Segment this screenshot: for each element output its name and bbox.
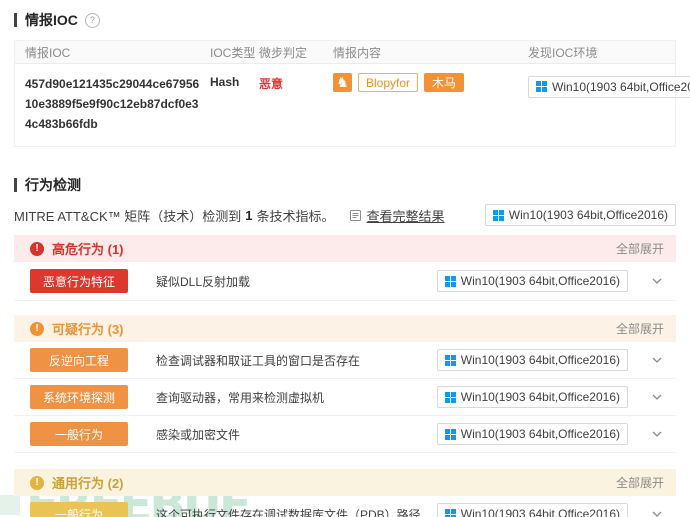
col-header-env: 发现IOC环境: [528, 45, 598, 60]
chevron-down-icon[interactable]: [650, 509, 664, 517]
behavior-tag: 反逆向工程: [30, 348, 128, 373]
windows-logo-icon: [444, 428, 456, 440]
behavior-description: 查询驱动器，常用来检测虚拟机: [156, 390, 325, 405]
windows-logo-icon: [444, 508, 456, 517]
intel-tags: ♞ Blopyfor 木马: [333, 73, 528, 92]
section-title-bar: [14, 178, 17, 193]
environment-badge: Win10(1903 64bit,Office2016): [436, 349, 628, 372]
alert-icon: !: [30, 475, 44, 490]
trojan-horse-icon: ♞: [333, 73, 352, 92]
suspicious-group-banner: ! 可疑行为 (3) 全部展开: [14, 315, 676, 343]
section-title-bar: [14, 13, 17, 27]
general-group-banner: ! 通用行为 (2) 全部展开: [14, 469, 676, 497]
ioc-table-header: 情报IOC IOC类型 微步判定 情报内容 发现IOC环境: [15, 41, 675, 64]
expand-all-button[interactable]: 全部展开: [616, 474, 664, 491]
ioc-hash-value: 457d90e121435c29044ce6795610e3889f5e9f90…: [25, 77, 200, 131]
expand-all-button[interactable]: 全部展开: [616, 320, 664, 337]
environment-badge: Win10(1903 64bit,Office2016): [436, 270, 628, 293]
environment-label: Win10(1903 64bit,Office2016): [552, 79, 690, 94]
ioc-type-value: Hash: [210, 75, 240, 89]
expand-all-button[interactable]: 全部展开: [616, 240, 664, 257]
behavior-row: 一般行为 感染或加密文件 Win10(1903 64bit,Office2016…: [14, 416, 676, 454]
windows-logo-icon: [444, 354, 456, 366]
mitre-text-suffix: 条技术指标。: [256, 208, 335, 224]
windows-logo-icon: [444, 275, 456, 287]
behavior-section-title: 行为检测: [25, 177, 81, 194]
behavior-description: 检查调试器和取证工具的窗口是否存在: [156, 353, 361, 368]
behavior-row: 反逆向工程 检查调试器和取证工具的窗口是否存在 Win10(1903 64bit…: [14, 342, 676, 380]
report-icon: [349, 209, 362, 222]
chevron-down-icon[interactable]: [650, 392, 664, 402]
malware-family-tag[interactable]: Blopyfor: [358, 73, 419, 92]
verdict-label: 恶意: [259, 77, 284, 91]
environment-label: Win10(1903 64bit,Office2016): [460, 353, 620, 368]
behavior-section-header: 行为检测: [14, 147, 676, 195]
col-header-ioc-type: IOC类型: [210, 45, 256, 60]
behavior-row: 系统环境探测 查询驱动器，常用来检测虚拟机 Win10(1903 64bit,O…: [14, 379, 676, 417]
col-header-ioc: 情报IOC: [25, 45, 71, 60]
ioc-table: 情报IOC IOC类型 微步判定 情报内容 发现IOC环境 457d90e121…: [14, 40, 690, 148]
behavior-row: 恶意行为特征 疑似DLL反射加载 Win10(1903 64bit,Office…: [14, 262, 676, 302]
view-full-results-link[interactable]: 查看完整结果: [367, 206, 445, 225]
environment-label: Win10(1903 64bit,Office2016): [460, 274, 620, 289]
windows-logo-icon: [492, 209, 504, 221]
behavior-row: 一般行为 这个可执行文件存在调试数据库文件（PDB）路径 Win10(1903 …: [14, 496, 676, 517]
behavior-tag: 系统环境探测: [30, 385, 128, 410]
ioc-section-title: 情报IOC: [25, 12, 78, 28]
ioc-section-header: 情报IOC ?: [14, 0, 676, 30]
behavior-description: 这个可执行文件存在调试数据库文件（PDB）路径: [156, 507, 421, 517]
behavior-tag: 一般行为: [30, 502, 128, 517]
behavior-tag: 恶意行为特征: [30, 269, 128, 294]
suspicious-group-title: 可疑行为 (3): [52, 322, 124, 338]
malware-category-tag: 木马: [424, 73, 465, 92]
behavior-tag: 一般行为: [30, 422, 128, 447]
mitre-text-prefix: MITRE ATT&CK™ 矩阵（技术）检测到: [14, 208, 242, 224]
mitre-summary-line: MITRE ATT&CK™ 矩阵（技术）检测到 1 条技术指标。 查看完整结果 …: [14, 204, 676, 227]
ioc-table-row: 457d90e121435c29044ce6795610e3889f5e9f90…: [15, 64, 690, 146]
environment-badge: Win10(1903 64bit,Office2016): [484, 204, 676, 227]
environment-label: Win10(1903 64bit,Office2016): [460, 427, 620, 442]
environment-label: Win10(1903 64bit,Office2016): [460, 390, 620, 405]
help-icon[interactable]: ?: [84, 12, 100, 28]
mitre-indicator-count: 1: [245, 207, 253, 223]
environment-badge: Win10(1903 64bit,Office2016): [436, 423, 628, 446]
environment-badge: Win10(1903 64bit,Office2016): [528, 75, 690, 98]
general-group-title: 通用行为 (2): [52, 476, 124, 492]
chevron-down-icon[interactable]: [650, 276, 664, 286]
alert-icon: !: [30, 241, 44, 256]
col-header-verdict: 微步判定: [259, 45, 308, 60]
environment-badge: Win10(1903 64bit,Office2016): [436, 503, 628, 517]
col-header-content: 情报内容: [333, 45, 382, 60]
chevron-down-icon[interactable]: [650, 355, 664, 365]
threat-report-page: FREEBUF 情报IOC ? 情报IOC IOC类型 微步判定 情报内容 发现…: [0, 0, 690, 517]
alert-icon: !: [30, 321, 44, 336]
environment-label: Win10(1903 64bit,Office2016): [460, 507, 620, 517]
environment-badge: Win10(1903 64bit,Office2016): [436, 386, 628, 409]
behavior-description: 感染或加密文件: [156, 427, 241, 442]
chevron-down-icon[interactable]: [650, 429, 664, 439]
windows-logo-icon: [536, 81, 547, 92]
windows-logo-icon: [444, 391, 456, 403]
high-risk-group-banner: ! 高危行为 (1) 全部展开: [14, 235, 676, 263]
environment-label: Win10(1903 64bit,Office2016): [508, 208, 668, 223]
high-risk-group-title: 高危行为 (1): [52, 242, 124, 258]
behavior-description: 疑似DLL反射加载: [156, 274, 251, 289]
